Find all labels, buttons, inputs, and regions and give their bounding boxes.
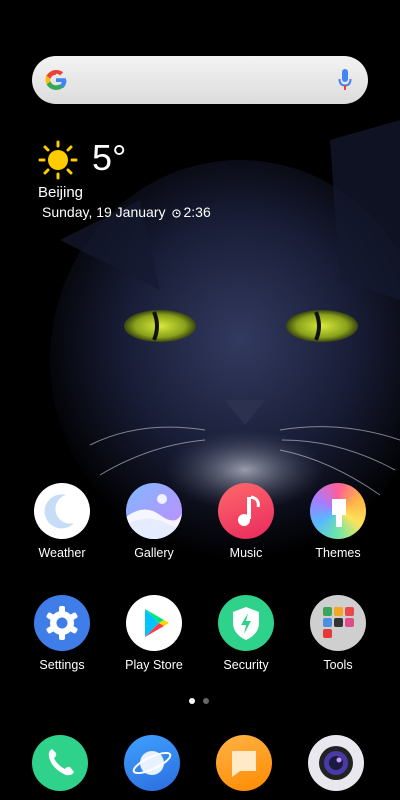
google-search-bar[interactable]	[32, 56, 368, 104]
app-gallery[interactable]: Gallery	[108, 483, 200, 560]
app-label: Tools	[323, 658, 353, 672]
app-security[interactable]: Security	[200, 595, 292, 672]
microphone-icon[interactable]	[338, 68, 352, 92]
google-g-icon	[45, 70, 67, 90]
app-settings[interactable]: Settings	[16, 595, 108, 672]
music-note-icon	[218, 483, 274, 539]
app-tools[interactable]: Tools	[292, 595, 384, 672]
sun-icon	[38, 140, 78, 180]
alarm-clock-icon	[171, 209, 181, 218]
city-name: Beijing	[38, 184, 84, 201]
moon-icon	[34, 483, 90, 539]
app-label: Music	[229, 546, 263, 560]
play-store-icon	[126, 595, 182, 651]
app-music[interactable]: Music	[200, 483, 292, 560]
gallery-icon	[126, 483, 182, 539]
date-time: Sunday, 19 January 2:36	[42, 204, 211, 220]
app-label: Play Store	[125, 658, 183, 672]
camera-icon[interactable]	[308, 735, 364, 791]
app-label: Security	[223, 658, 269, 672]
app-themes[interactable]: Themes	[292, 483, 384, 560]
page-indicator	[188, 698, 212, 706]
date-text: Sunday, 19 January	[42, 204, 166, 220]
page-dot[interactable]	[203, 698, 209, 704]
weather-widget[interactable]: 5° Beijing Sunday, 19 January 2:36	[38, 137, 278, 228]
gear-icon	[34, 595, 90, 651]
phone-icon[interactable]	[32, 735, 88, 791]
temperature: 5°	[92, 137, 127, 178]
shield-icon	[218, 595, 274, 651]
browser-icon[interactable]	[124, 735, 180, 791]
brush-icon	[310, 483, 366, 539]
folder-icon	[310, 595, 366, 651]
app-label: Settings	[39, 658, 85, 672]
wallpaper-cat	[0, 0, 400, 800]
app-label: Weather	[38, 546, 86, 560]
page-dot-active[interactable]	[189, 698, 195, 704]
app-label: Gallery	[134, 546, 174, 560]
app-play-store[interactable]: Play Store	[108, 595, 200, 672]
app-weather[interactable]: Weather	[16, 483, 108, 560]
app-label: Themes	[315, 546, 361, 560]
messages-icon[interactable]	[216, 735, 272, 791]
time-text: 2:36	[183, 204, 211, 220]
